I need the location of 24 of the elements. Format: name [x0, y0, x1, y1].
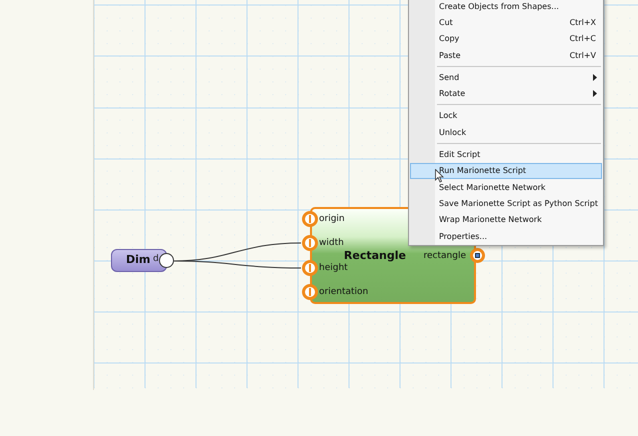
menu-item[interactable]: Properties...: [410, 228, 602, 244]
menu-item[interactable]: Paste Ctrl+V: [410, 46, 602, 64]
menu-item[interactable]: Save Marionette Script as Python Script: [410, 195, 602, 212]
menu-item[interactable]: Wrap Marionette Network: [410, 212, 602, 228]
port-label: rectangle: [424, 251, 466, 261]
menu-item[interactable]: Lock: [410, 108, 602, 124]
node-title: Dim: [126, 253, 150, 266]
menu-item[interactable]: Rotate: [410, 85, 602, 102]
menu-item[interactable]: Select Marionette Network: [410, 178, 602, 196]
submenu-arrow-icon: [593, 74, 597, 82]
menu-item[interactable]: Send: [410, 69, 602, 86]
menu-item[interactable]: Unlock: [410, 124, 602, 140]
menu-item[interactable]: Create Objects from Shapes...: [410, 0, 602, 14]
port-label: d: [153, 254, 159, 264]
dim-node[interactable]: [111, 249, 167, 272]
menu-item[interactable]: Edit Script: [410, 146, 602, 163]
submenu-arrow-icon: [593, 90, 597, 98]
port-label: height: [319, 262, 348, 275]
port-label: width: [319, 237, 344, 250]
port-label: origin: [319, 213, 345, 226]
menu-item[interactable]: Cut Ctrl+X: [410, 14, 602, 31]
menu-item[interactable]: Copy Ctrl+C: [410, 30, 602, 47]
node-title: Rectangle: [344, 249, 406, 262]
port-label: orientation: [319, 286, 368, 299]
